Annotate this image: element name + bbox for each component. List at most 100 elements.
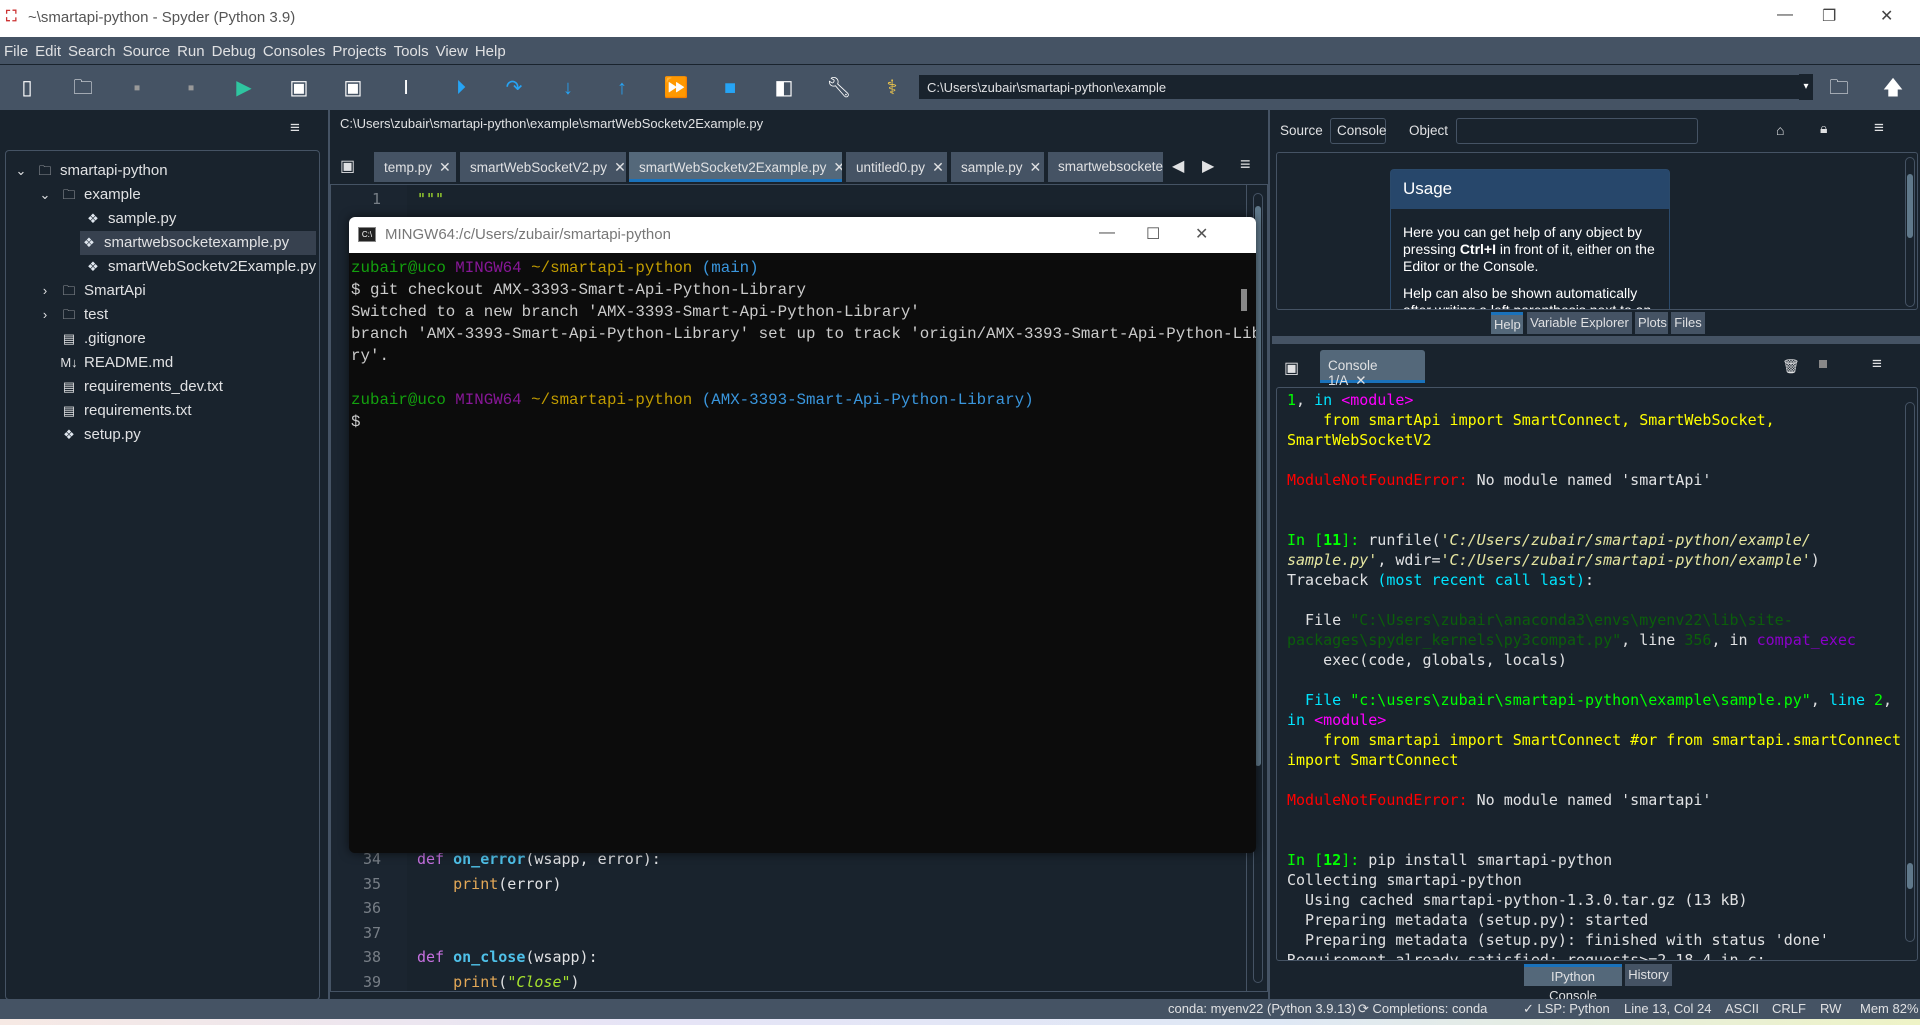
- chevron-down-icon[interactable]: ⌄: [12, 159, 30, 183]
- maximize-pane-icon[interactable]: ◧: [771, 75, 797, 101]
- object-input[interactable]: [1456, 118, 1698, 144]
- menu-help[interactable]: Help: [471, 37, 509, 60]
- chevron-down-icon[interactable]: ▾: [1799, 74, 1813, 100]
- tree-item[interactable]: ❖ sample.py: [84, 207, 176, 231]
- menu-run[interactable]: Run: [173, 37, 208, 60]
- step-return-icon[interactable]: ↑: [609, 75, 635, 101]
- console-scrollbar[interactable]: [1905, 402, 1915, 942]
- parent-directory-icon[interactable]: 🡅: [1880, 75, 1906, 101]
- help-options-icon[interactable]: ≡: [1874, 118, 1884, 138]
- run-cell-advance-icon[interactable]: ▣: [340, 75, 366, 101]
- working-directory-input[interactable]: C:\Users\zubair\smartapi-python\example: [918, 74, 1812, 100]
- tree-item[interactable]: ⌄ 🗀 example: [36, 183, 141, 207]
- close-tab-icon[interactable]: ✕: [614, 159, 626, 175]
- browse-folder-icon[interactable]: 🗀: [1826, 75, 1852, 101]
- maximize-icon[interactable]: ☐: [1146, 224, 1160, 244]
- menu-edit[interactable]: Edit: [31, 37, 64, 60]
- close-tab-icon[interactable]: ✕: [439, 159, 451, 175]
- menu-tools[interactable]: Tools: [390, 37, 432, 60]
- close-icon[interactable]: ✕: [1880, 6, 1893, 26]
- stop-icon[interactable]: ■: [717, 75, 743, 101]
- editor-tab[interactable]: sample.py ✕: [951, 152, 1044, 182]
- tree-item[interactable]: › 🗀 SmartApi: [36, 279, 146, 303]
- tab-ipython-console[interactable]: IPython Console: [1524, 964, 1622, 1003]
- browse-tabs-icon[interactable]: ▣: [340, 156, 355, 176]
- splitter[interactable]: [1272, 336, 1920, 344]
- chevron-right-icon[interactable]: ›: [36, 303, 54, 327]
- tab-console-1a[interactable]: Console 1/A ✕: [1320, 350, 1425, 388]
- close-tab-icon[interactable]: ✕: [833, 159, 842, 175]
- tab-help[interactable]: Help: [1491, 312, 1523, 334]
- run-selection-icon[interactable]: I: [393, 75, 419, 101]
- close-tab-icon[interactable]: ✕: [932, 159, 944, 175]
- tree-item[interactable]: M↓ README.md: [60, 351, 173, 375]
- minimize-icon[interactable]: —: [1777, 6, 1793, 24]
- browse-tabs-icon[interactable]: ▣: [1284, 358, 1299, 378]
- tree-item[interactable]: › 🗀 test: [36, 303, 108, 327]
- terminal-output[interactable]: zubair@uco MINGW64 ~/smartapi-python (ma…: [349, 253, 1256, 853]
- menu-file[interactable]: File: [0, 37, 31, 60]
- tree-item[interactable]: ⌄ 🗀 smartapi-python: [12, 159, 168, 183]
- run-icon[interactable]: ▶: [231, 75, 257, 101]
- editor-tab[interactable]: smartWebSocketV2.py ✕: [460, 152, 626, 182]
- tab-plots[interactable]: Plots: [1635, 312, 1668, 334]
- options-menu-icon[interactable]: ≡: [290, 118, 300, 138]
- preferences-icon[interactable]: 🔧︎: [826, 75, 852, 101]
- home-icon[interactable]: ⌂: [1776, 122, 1784, 138]
- terminal-title: MINGW64:/c/Users/zubair/smartapi-python: [385, 226, 671, 243]
- console-line: exec(code, globals, locals): [1287, 650, 1567, 670]
- tree-item[interactable]: ❖ smartwebsocketexample.py: [80, 231, 316, 255]
- text-segment: print: [453, 972, 499, 991]
- menu-source[interactable]: Source: [119, 37, 174, 60]
- ipython-console-output[interactable]: 1, in <module> from smartApi import Smar…: [1276, 387, 1918, 961]
- save-all-icon[interactable]: ▪: [178, 75, 204, 101]
- tab-variable-explorer[interactable]: Variable Explorer: [1527, 312, 1632, 334]
- continue-icon[interactable]: ⏩: [663, 75, 689, 101]
- python-path-icon[interactable]: ⚕: [879, 75, 905, 101]
- tab-scroll-left-icon[interactable]: ◀: [1172, 156, 1184, 176]
- menu-consoles[interactable]: Consoles: [259, 37, 329, 60]
- new-file-icon[interactable]: ▯: [14, 75, 40, 101]
- help-scrollbar[interactable]: [1905, 157, 1915, 307]
- menu-debug[interactable]: Debug: [208, 37, 259, 60]
- stop-kernel-icon[interactable]: [1819, 360, 1827, 368]
- tree-item[interactable]: ▤ requirements_dev.txt: [60, 375, 223, 399]
- tab-history[interactable]: History: [1625, 964, 1672, 986]
- editor-tab[interactable]: untitled0.py ✕: [846, 152, 947, 182]
- console-options-icon[interactable]: ≡: [1872, 354, 1882, 374]
- close-icon[interactable]: ✕: [1195, 224, 1208, 244]
- editor-options-icon[interactable]: ≡: [1240, 154, 1251, 175]
- close-tab-icon[interactable]: ✕: [1355, 373, 1366, 388]
- run-cell-icon[interactable]: ▣: [286, 75, 312, 101]
- step-over-icon[interactable]: ↷: [501, 75, 527, 101]
- terminal-window[interactable]: C:\ MINGW64:/c/Users/zubair/smartapi-pyt…: [349, 217, 1256, 853]
- clear-console-icon[interactable]: 🗑︎: [1782, 358, 1800, 375]
- tree-item[interactable]: ❖ setup.py: [60, 423, 141, 447]
- editor-tab[interactable]: smartwebsocketex: [1048, 152, 1163, 182]
- menu-view[interactable]: View: [432, 37, 471, 60]
- editor-tab[interactable]: smartWebSocketv2Example.py ✕: [629, 152, 842, 182]
- tree-item[interactable]: ▤ requirements.txt: [60, 399, 192, 423]
- minimize-icon[interactable]: —: [1099, 224, 1115, 242]
- menu-projects[interactable]: Projects: [328, 37, 389, 60]
- tree-item[interactable]: ▤ .gitignore: [60, 327, 146, 351]
- debug-icon[interactable]: ⏵: [448, 75, 474, 101]
- source-select[interactable]: Console: [1330, 118, 1387, 144]
- console-line: In [11]: runfile('C:/Users/zubair/smarta…: [1287, 530, 1811, 550]
- step-into-icon[interactable]: ↓: [555, 75, 581, 101]
- chevron-right-icon[interactable]: ›: [36, 279, 54, 303]
- restore-icon[interactable]: ❐: [1822, 6, 1836, 26]
- tree-item[interactable]: ❖ smartWebSocketv2Example.py: [84, 255, 316, 279]
- menu-search[interactable]: Search: [64, 37, 119, 60]
- open-file-icon[interactable]: 🗀: [70, 75, 96, 101]
- lock-icon[interactable]: 🔒︎: [1820, 120, 1827, 137]
- save-icon[interactable]: ▪: [124, 75, 150, 101]
- terminal-scrollbar[interactable]: [1241, 289, 1247, 311]
- tab-scroll-right-icon[interactable]: ▶: [1202, 156, 1214, 176]
- tab-files[interactable]: Files: [1671, 312, 1705, 334]
- chevron-down-icon[interactable]: ⌄: [36, 183, 54, 207]
- console-line: in <module>: [1287, 710, 1386, 730]
- editor-tab[interactable]: temp.py ✕: [374, 152, 456, 182]
- text-segment: 12: [1323, 851, 1342, 869]
- close-tab-icon[interactable]: ✕: [1030, 159, 1042, 175]
